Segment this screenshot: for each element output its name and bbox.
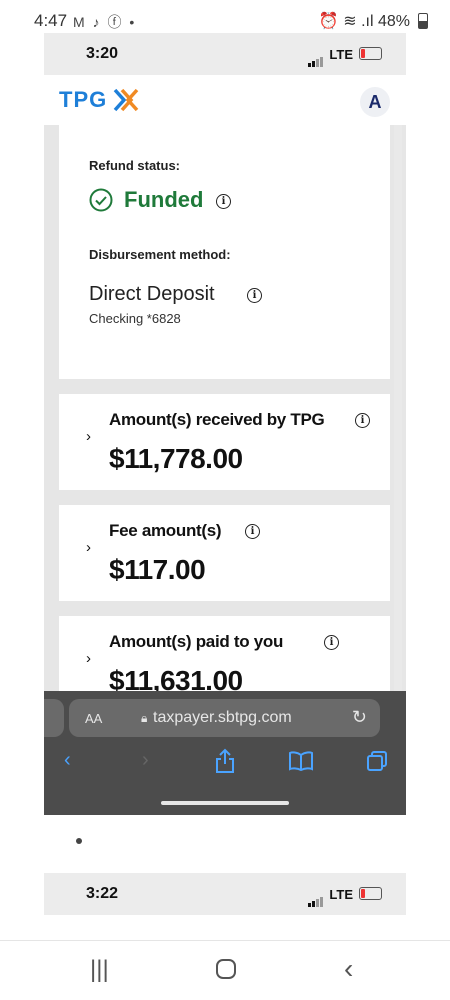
separator-bullet	[76, 838, 82, 844]
iphone-screenshot: 3:20 LTE TPG A Refund status: Funded i D…	[44, 33, 406, 815]
info-icon[interactable]: i	[245, 524, 260, 539]
tpg-logo-text[interactable]: TPG	[59, 87, 107, 113]
chevron-right-icon: ›	[86, 539, 91, 556]
android-nav-bar: ||| ‹	[0, 940, 450, 1000]
info-icon[interactable]: i	[216, 194, 231, 209]
chevron-right-icon: ›	[86, 650, 91, 667]
avatar[interactable]: A	[360, 87, 390, 117]
home-indicator[interactable]	[161, 801, 289, 805]
home-icon[interactable]	[215, 958, 237, 980]
amount-label: Fee amount(s)	[109, 521, 222, 540]
ios-status-bar: 3:20 LTE	[44, 33, 406, 75]
scroll-track	[394, 125, 402, 691]
ios-status-bar: 3:22 LTE	[44, 873, 406, 915]
iphone-screenshot-2: 3:22 LTE	[44, 873, 406, 941]
signal-icon	[308, 889, 324, 907]
ios-battery-icon	[359, 47, 382, 60]
fee-amount-card[interactable]: › Fee amount(s) i $117.00	[59, 505, 390, 601]
bookmarks-icon[interactable]	[288, 751, 314, 771]
network-type: LTE	[329, 887, 353, 902]
safari-toolbar: AA 🔒︎ taxpayer.sbtpg.com ↻ ‹ ›	[44, 691, 406, 815]
ios-clock: 3:22	[86, 885, 119, 902]
app-header-peek	[44, 915, 406, 941]
main-content: Refund status: Funded i Disbursement met…	[44, 125, 406, 712]
text-size-button[interactable]: AA	[85, 711, 102, 726]
check-circle-icon	[89, 188, 113, 212]
refund-status-card: Refund status: Funded i Disbursement met…	[59, 125, 390, 379]
ios-clock: 3:20	[86, 45, 119, 62]
refund-status-label: Refund status:	[89, 158, 180, 173]
disbursement-method-value: Direct Deposit	[89, 283, 215, 305]
app-header: TPG A	[44, 75, 406, 125]
share-icon[interactable]	[214, 748, 236, 774]
signal-icon	[308, 49, 324, 67]
amount-value: $117.00	[109, 554, 206, 585]
amount-value: $11,778.00	[109, 443, 243, 474]
chevron-right-icon: ›	[86, 428, 91, 445]
notification-icons: M ♪ ⓕ •	[73, 14, 137, 30]
battery-icon	[418, 13, 428, 29]
previous-tab-edge[interactable]	[44, 699, 64, 737]
tpg-logo-icon	[113, 88, 139, 112]
android-status-right: ⏰ ≋ .ıl 48%	[318, 13, 410, 30]
reload-icon[interactable]: ↻	[352, 707, 367, 728]
info-icon[interactable]: i	[355, 413, 370, 428]
info-icon[interactable]: i	[324, 635, 339, 650]
network-type: LTE	[329, 47, 353, 62]
amount-received-card[interactable]: › Amount(s) received by TPG i $11,778.00	[59, 394, 390, 490]
url-text[interactable]: taxpayer.sbtpg.com	[153, 709, 292, 727]
info-icon[interactable]: i	[247, 288, 262, 303]
account-number: Checking *6828	[89, 311, 181, 326]
lock-icon: 🔒︎	[141, 711, 148, 725]
disbursement-method-label: Disbursement method:	[89, 247, 231, 262]
back-nav-icon[interactable]: ‹	[344, 953, 353, 985]
forward-icon[interactable]: ›	[142, 749, 149, 772]
recent-apps-icon[interactable]: |||	[90, 956, 109, 984]
refund-status-value: Funded	[124, 187, 204, 212]
amount-label: Amount(s) paid to you	[109, 632, 284, 651]
back-icon[interactable]: ‹	[64, 749, 71, 772]
ios-battery-icon	[359, 887, 382, 900]
android-clock: 4:47	[34, 11, 68, 30]
tabs-icon[interactable]	[366, 750, 388, 772]
amount-label: Amount(s) received by TPG	[109, 410, 325, 429]
address-bar[interactable]: AA 🔒︎ taxpayer.sbtpg.com ↻	[69, 699, 380, 737]
